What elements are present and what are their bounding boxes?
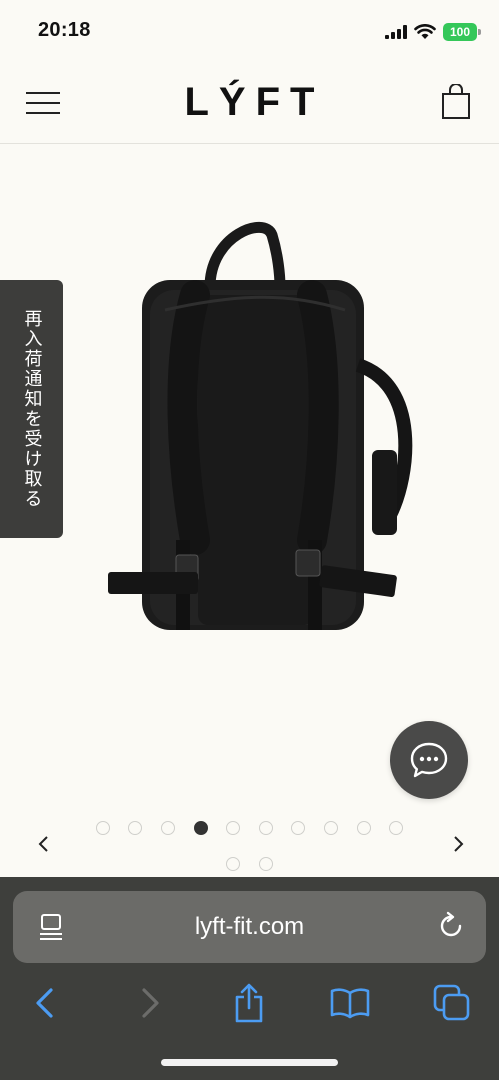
forward-icon[interactable] [130,983,170,1023]
chat-button[interactable] [390,721,468,799]
carousel-dot[interactable] [161,821,176,835]
brand-logo[interactable]: LÝFT [0,80,499,125]
product-image[interactable] [90,215,420,645]
carousel-dot[interactable] [291,821,306,835]
chat-bubble-icon [410,742,448,778]
carousel-dot-active[interactable] [193,821,208,835]
restock-notify-button[interactable]: 再入荷通知を受け取る [0,280,63,538]
carousel-dot[interactable] [226,857,241,871]
carousel-dot[interactable] [258,821,273,835]
back-icon[interactable] [25,983,65,1023]
carousel-dot[interactable] [323,821,338,835]
carousel-dot[interactable] [95,821,110,835]
status-bar: 20:18 100 [0,0,499,62]
battery-level: 100 [449,25,471,39]
carousel-dots-row-1 [0,821,499,835]
chevron-right-icon[interactable] [446,832,470,856]
carousel-dot[interactable] [389,821,404,835]
reload-icon[interactable] [436,911,466,941]
carousel-dot[interactable] [356,821,371,835]
wifi-icon [414,24,436,39]
url-text: lyft-fit.com [194,913,305,940]
battery-icon: 100 [443,23,481,41]
status-icons: 100 [385,21,481,43]
restock-notify-label: 再入荷通知を受け取る [21,309,43,509]
share-icon[interactable] [229,983,269,1023]
shopping-bag-icon[interactable] [441,83,471,120]
chevron-left-icon[interactable] [32,832,56,856]
carousel-dot[interactable] [258,857,273,871]
browser-toolbar [0,977,499,1037]
carousel-dot[interactable] [128,821,143,835]
signal-icon [385,25,407,39]
home-indicator[interactable] [161,1059,338,1066]
site-header: LÝFT [0,62,499,144]
carousel-dot[interactable] [226,821,241,835]
browser-chrome: lyft-fit.com [0,877,499,1080]
carousel-dots-row-2 [0,857,499,871]
product-page: 20:18 100 LÝFT 再入荷通知を受け取る lyft-fit.com [0,0,499,1080]
tabs-icon[interactable] [432,983,472,1023]
address-bar[interactable]: lyft-fit.com [13,891,486,963]
status-time: 20:18 [38,19,91,41]
bookmarks-icon[interactable] [330,983,370,1023]
